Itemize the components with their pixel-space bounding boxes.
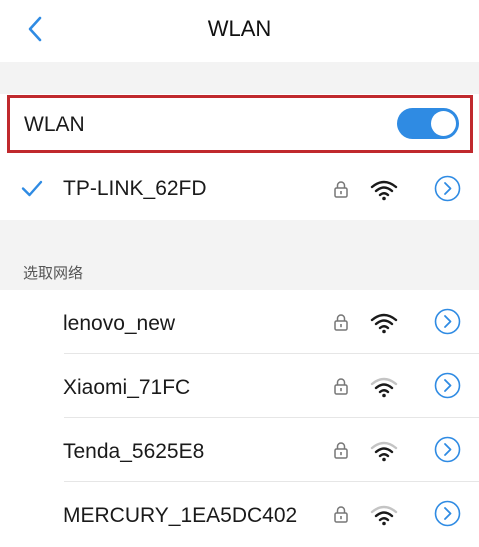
lock-icon xyxy=(334,378,348,395)
lock-icon xyxy=(334,181,348,198)
network-name: Xiaomi_71FC xyxy=(63,376,191,399)
network-name: lenovo_new xyxy=(63,312,176,335)
network-details-icon[interactable] xyxy=(434,500,461,527)
list-item[interactable]: Tenda_5625E8 xyxy=(0,418,479,482)
wifi-signal-medium-icon xyxy=(370,377,398,398)
list-item[interactable]: MERCURY_1EA5DC402 xyxy=(0,482,479,546)
network-details-icon[interactable] xyxy=(434,308,461,335)
lock-icon xyxy=(334,442,348,459)
list-item[interactable]: lenovo_new xyxy=(0,290,479,354)
switch-knob xyxy=(431,111,456,136)
wlan-toggle-label: WLAN xyxy=(24,113,85,136)
wifi-signal-medium-icon xyxy=(370,441,398,462)
network-list: lenovo_new Xiaomi_71FC Tenda_5625E8 MERC… xyxy=(0,290,479,547)
network-name: Tenda_5625E8 xyxy=(63,440,205,463)
lock-icon xyxy=(334,314,348,331)
network-details-icon[interactable] xyxy=(434,175,461,202)
list-item[interactable]: Xiaomi_71FC xyxy=(0,354,479,418)
wifi-signal-medium-icon xyxy=(370,505,398,526)
page-title: WLAN xyxy=(207,16,272,41)
network-details-icon[interactable] xyxy=(434,436,461,463)
check-icon xyxy=(21,180,43,197)
lock-icon xyxy=(334,506,348,523)
wlan-switch[interactable] xyxy=(397,108,459,139)
wifi-signal-strong-icon xyxy=(370,313,398,334)
network-name: MERCURY_1EA5DC402 xyxy=(63,504,298,527)
connected-network-name: TP-LINK_62FD xyxy=(63,177,207,200)
top-bar: WLAN xyxy=(0,0,479,62)
section-title: 选取网络 xyxy=(23,265,84,282)
wifi-signal-strong-icon xyxy=(370,180,398,201)
network-details-icon[interactable] xyxy=(434,372,461,399)
